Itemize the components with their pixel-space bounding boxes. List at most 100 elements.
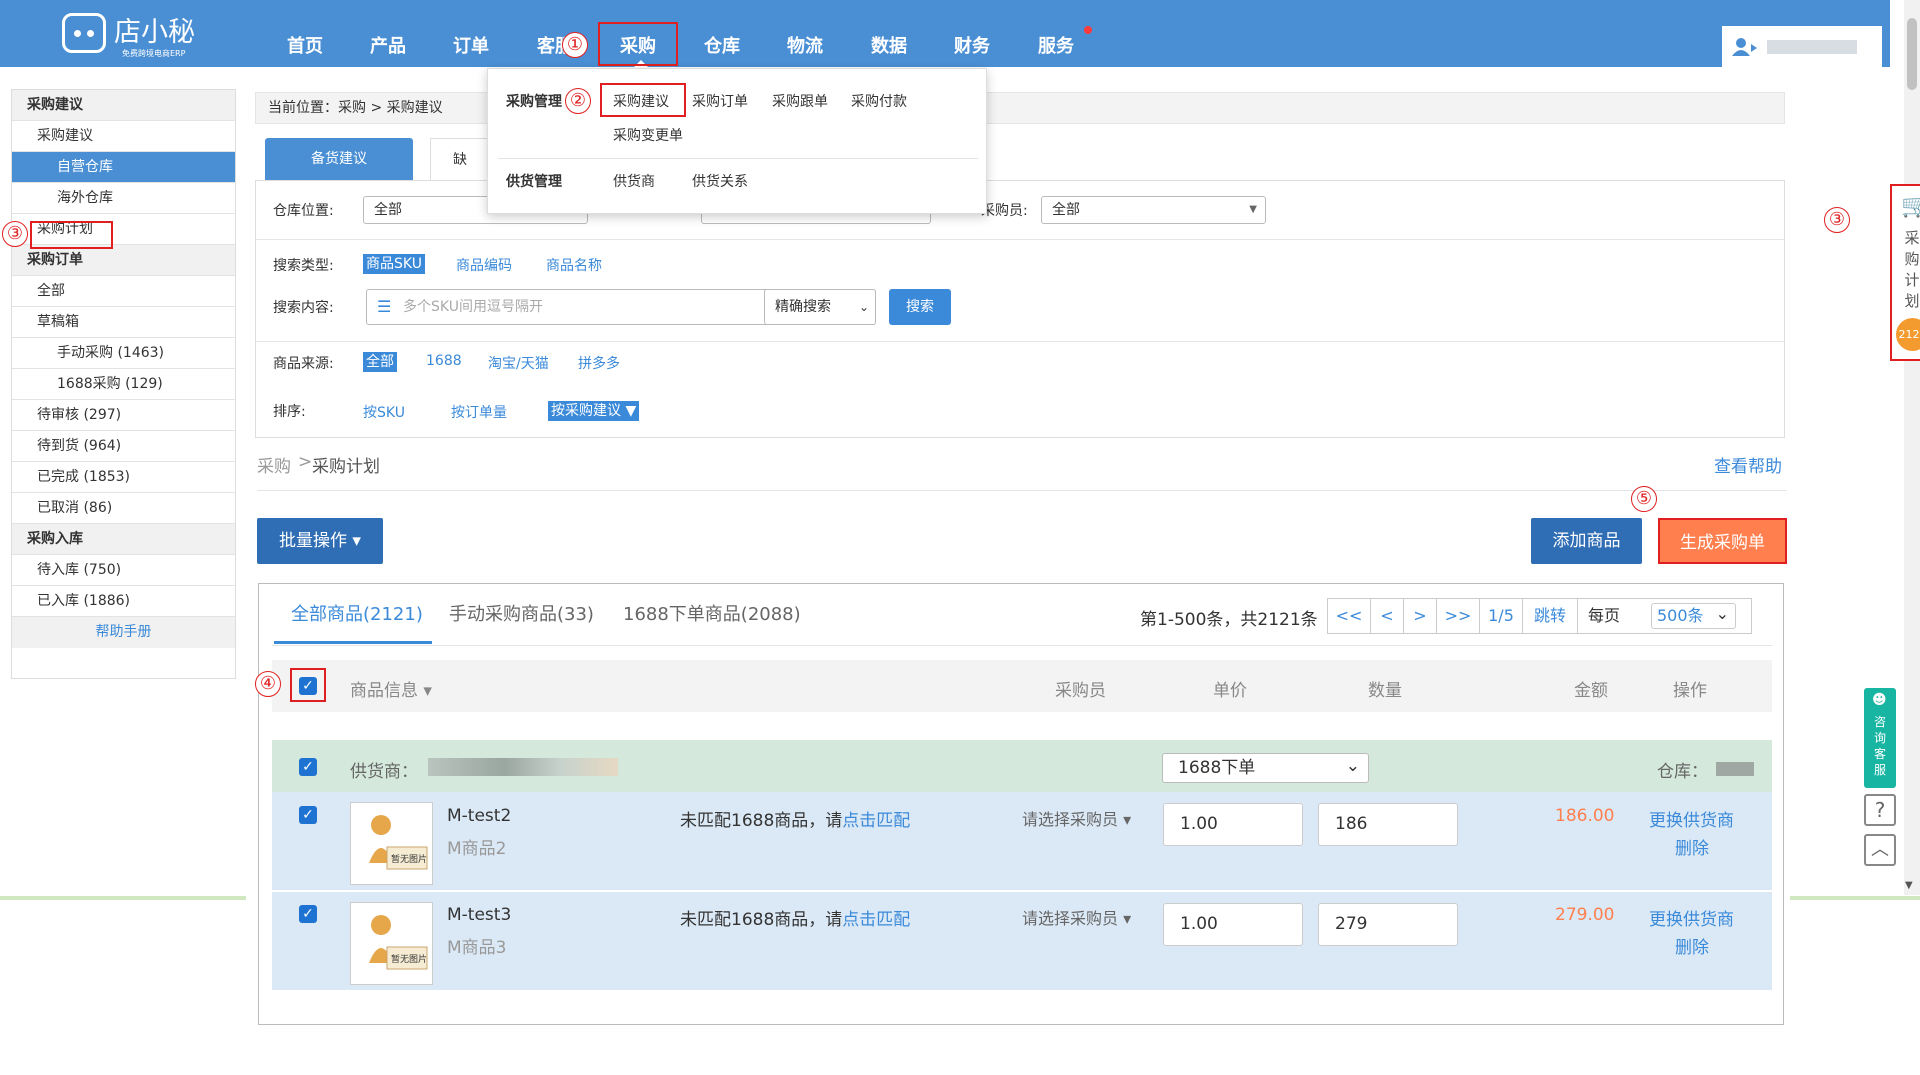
tab-manual-products[interactable]: 手动采购商品(33)	[449, 600, 594, 626]
nav-home[interactable]: 首页	[287, 32, 323, 58]
page-info: 第1-500条，共2121条	[1140, 610, 1318, 630]
scroll-down-arrow-icon[interactable]: ▼	[1905, 880, 1913, 891]
source-taobao[interactable]: 淘宝/天猫	[488, 353, 549, 373]
batch-operation-button[interactable]: 批量操作 ▾	[257, 518, 383, 564]
pager-prev[interactable]: <	[1370, 598, 1404, 634]
help-question-icon[interactable]: ?	[1864, 794, 1896, 826]
plan-crumb-current: 采购计划	[312, 457, 380, 477]
per-page-label: 每页	[1588, 606, 1621, 625]
pager-next[interactable]: >	[1403, 598, 1437, 634]
row-checkbox[interactable]: ✓	[299, 905, 317, 923]
per-page-select[interactable]: 500条 ⌄	[1651, 603, 1736, 629]
sidebar-help-link[interactable]: 帮助手册	[12, 617, 235, 648]
dropdown-item-follow-up[interactable]: 采购跟单	[772, 91, 828, 111]
match-link[interactable]: 点击匹配	[842, 811, 910, 831]
nav-data[interactable]: 数据	[871, 32, 907, 58]
dropdown-item-change-order[interactable]: 采购变更单	[613, 125, 683, 145]
pager-last[interactable]: >>	[1436, 598, 1480, 634]
supplier-checkbox[interactable]: ✓	[299, 758, 317, 776]
sidebar-item-completed[interactable]: 已完成 (1853)	[12, 462, 235, 493]
back-to-top-icon[interactable]: ︿	[1864, 834, 1896, 866]
sidebar-item-awaiting-inbound[interactable]: 待入库 (750)	[12, 555, 235, 586]
search-placeholder: 多个SKU间用逗号隔开	[403, 299, 543, 315]
consult-service-button[interactable]: ☻ 咨询客服	[1864, 688, 1896, 788]
sort-by-suggestion[interactable]: 按采购建议 ▼	[548, 401, 640, 421]
source-all[interactable]: 全部	[363, 352, 397, 372]
step-3-marker-left: ③	[2, 221, 28, 247]
row-checkbox[interactable]: ✓	[299, 806, 317, 824]
dropdown-item-payment[interactable]: 采购付款	[851, 91, 907, 111]
sidebar-item-all[interactable]: 全部	[12, 276, 235, 307]
change-supplier-link[interactable]: 更换供货商	[1649, 905, 1734, 930]
sidebar-group-orders: 采购订单	[12, 245, 235, 276]
sidebar-item-own-warehouse[interactable]: 自营仓库	[12, 152, 235, 183]
source-pinduoduo[interactable]: 拼多多	[578, 353, 620, 373]
sort-by-sku[interactable]: 按SKU	[363, 402, 405, 422]
unit-price-input[interactable]: 1.00	[1163, 803, 1303, 846]
nav-services[interactable]: 服务	[1038, 32, 1074, 58]
match-link[interactable]: 点击匹配	[842, 910, 910, 930]
product-sku: M-test2	[447, 806, 512, 826]
buyer-select[interactable]: 全部 ▼	[1041, 196, 1266, 224]
match-mode-select[interactable]: 精确搜索 ⌄	[764, 289, 876, 325]
dropdown-item-suppliers[interactable]: 供货商	[613, 171, 655, 191]
pager-page-input[interactable]: 1/5	[1479, 598, 1523, 634]
help-link[interactable]: 查看帮助	[1714, 452, 1782, 477]
sidebar-item-manual-purchase[interactable]: 手动采购 (1463)	[12, 338, 235, 369]
sidebar-item-overseas-warehouse[interactable]: 海外仓库	[12, 183, 235, 214]
generate-order-button[interactable]: 生成采购单	[1658, 518, 1787, 564]
scrollbar-thumb[interactable]	[1907, 18, 1917, 90]
buyer-select[interactable]: 请选择采购员 ▾	[1022, 905, 1131, 929]
search-type-sku[interactable]: 商品SKU	[363, 254, 425, 274]
buyer-select[interactable]: 请选择采购员 ▾	[1022, 806, 1131, 830]
dropdown-item-supply-relations[interactable]: 供货关系	[692, 171, 748, 191]
sidebar-item-drafts[interactable]: 草稿箱	[12, 307, 235, 338]
sort-by-order-qty[interactable]: 按订单量	[451, 402, 507, 422]
nav-logistics[interactable]: 物流	[787, 32, 823, 58]
plan-crumb-parent[interactable]: 采购	[257, 452, 291, 477]
nav-finance[interactable]: 财务	[954, 32, 990, 58]
pager-first[interactable]: <<	[1327, 598, 1371, 634]
dropdown-item-orders[interactable]: 采购订单	[692, 91, 748, 111]
tab-shortage[interactable]: 缺	[430, 138, 490, 181]
thumbnail-label: 暂无图片	[391, 853, 427, 865]
search-type-name[interactable]: 商品名称	[546, 255, 602, 275]
scrollbar-track[interactable]	[1904, 0, 1920, 895]
col-quantity: 数量	[1368, 681, 1402, 701]
source-1688[interactable]: 1688	[426, 353, 462, 369]
delete-link[interactable]: 删除	[1675, 933, 1709, 958]
breadcrumb: 当前位置：采购 > 采购建议	[255, 92, 1785, 124]
floating-purchase-plan[interactable]: 🛒 采购计划 2121	[1890, 184, 1920, 361]
sidebar-item-suggestion[interactable]: 采购建议	[12, 121, 235, 152]
tab-1688-products[interactable]: 1688下单商品(2088)	[623, 600, 801, 626]
pager-jump-button[interactable]: 跳转	[1522, 598, 1578, 634]
sidebar-item-pending-review[interactable]: 待审核 (297)	[12, 400, 235, 431]
nav-products[interactable]: 产品	[370, 32, 406, 58]
quantity-input[interactable]: 186	[1318, 803, 1458, 846]
user-account-box[interactable]	[1722, 26, 1882, 67]
nav-warehouse[interactable]: 仓库	[704, 32, 740, 58]
col-product-info[interactable]: 商品信息 ▾	[350, 676, 432, 701]
search-type-code[interactable]: 商品编码	[456, 255, 512, 275]
divider	[256, 239, 1784, 240]
tab-stock-suggestion[interactable]: 备货建议	[265, 138, 413, 181]
delete-link[interactable]: 删除	[1675, 834, 1709, 859]
order-mode-select[interactable]: 1688下单 ⌄	[1162, 753, 1369, 783]
quantity-input[interactable]: 279	[1318, 903, 1458, 946]
person-icon: ☻	[1872, 692, 1887, 708]
unit-price-input[interactable]: 1.00	[1163, 903, 1303, 946]
sidebar-item-inbound-done[interactable]: 已入库 (1886)	[12, 586, 235, 617]
add-product-button[interactable]: 添加商品	[1531, 518, 1642, 564]
search-button[interactable]: 搜索	[889, 289, 951, 325]
search-type-label: 搜索类型:	[273, 258, 334, 274]
change-supplier-link[interactable]: 更换供货商	[1649, 806, 1734, 831]
tab-all-products[interactable]: 全部商品(2121)	[291, 600, 423, 626]
sidebar-item-1688-purchase[interactable]: 1688采购 (129)	[12, 369, 235, 400]
sidebar-item-cancelled[interactable]: 已取消 (86)	[12, 493, 235, 524]
logo-subtitle: 免费跨境电商ERP	[122, 49, 186, 58]
supplier-name-blurred	[428, 758, 618, 776]
nav-orders[interactable]: 订单	[453, 32, 489, 58]
sidebar-item-awaiting-arrival[interactable]: 待到货 (964)	[12, 431, 235, 462]
logo[interactable]: 店小秘 免费跨境电商ERP	[62, 8, 195, 58]
product-name: M商品2	[447, 839, 507, 859]
